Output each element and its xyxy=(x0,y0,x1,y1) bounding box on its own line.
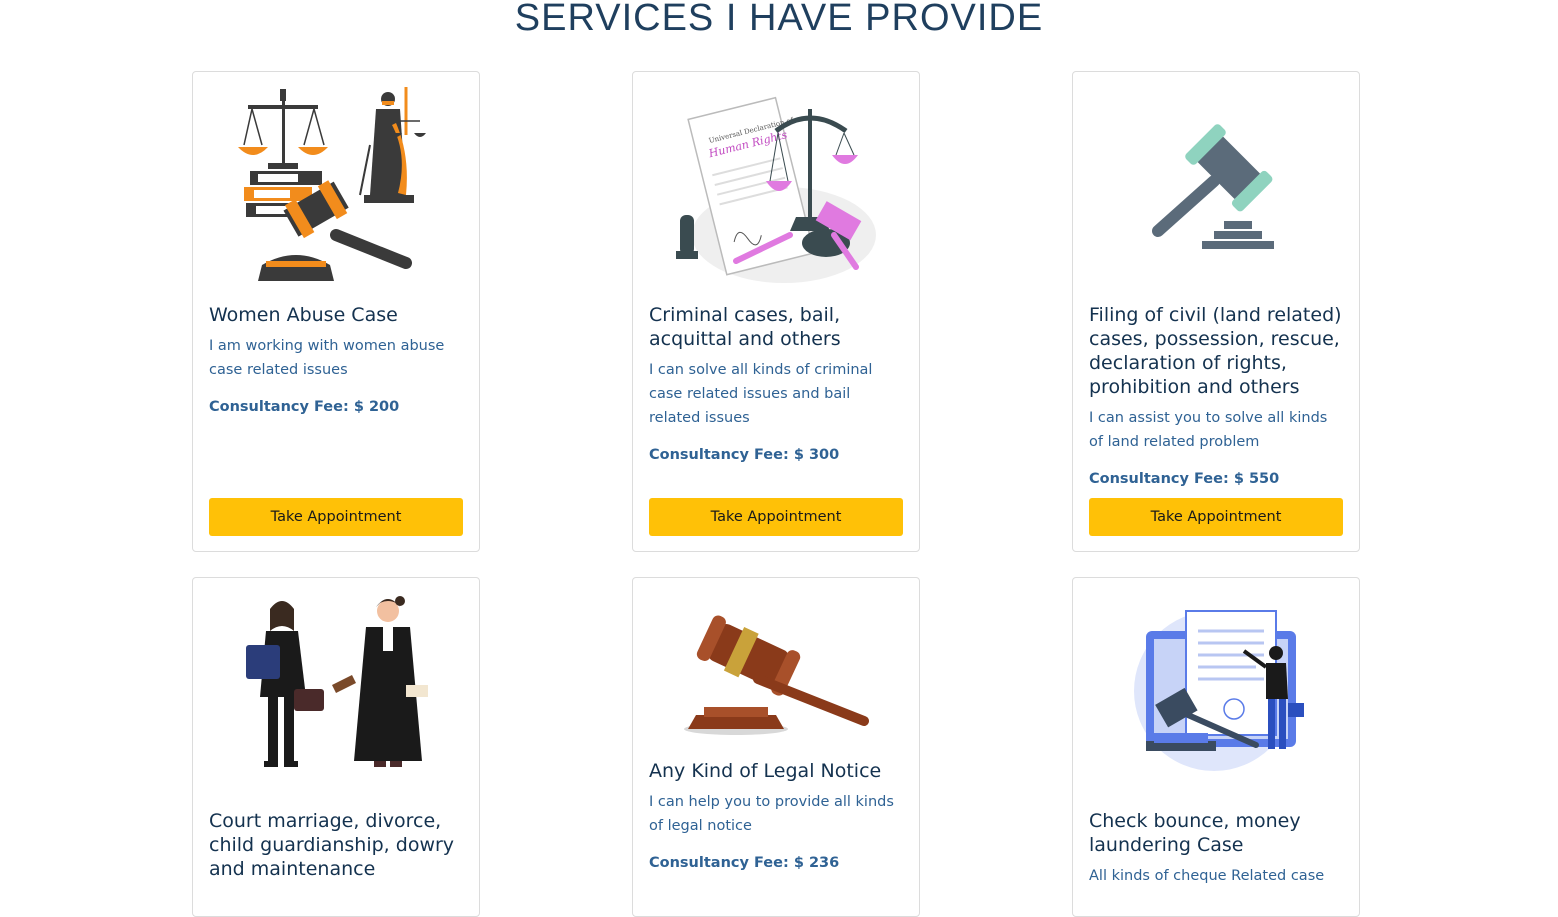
gavel-icon xyxy=(1089,80,1343,290)
page-title: SERVICES I HAVE PROVIDE xyxy=(514,0,1044,39)
service-card: Filing of civil (land related) cases, po… xyxy=(1072,71,1360,552)
service-title: Court marriage, divorce, child guardians… xyxy=(209,810,455,880)
service-title: Women Abuse Case xyxy=(209,304,398,326)
service-description: I am working with women abuse case relat… xyxy=(209,338,445,378)
service-description: I can solve all kinds of criminal case r… xyxy=(649,362,873,426)
take-appointment-button[interactable]: Take Appointment xyxy=(209,498,463,536)
document-gavel-icon xyxy=(1089,586,1343,796)
service-card: Universal Declaration of Human Rights Cr… xyxy=(632,71,920,552)
service-title: Check bounce, money laundering Case xyxy=(1089,810,1301,856)
service-title: Filing of civil (land related) cases, po… xyxy=(1089,304,1342,398)
service-title: Any Kind of Legal Notice xyxy=(649,760,882,782)
human-rights-scales-icon: Universal Declaration of Human Rights xyxy=(649,80,903,290)
service-card: Court marriage, divorce, child guardians… xyxy=(192,577,480,917)
service-card: Check bounce, money laundering Case All … xyxy=(1072,577,1360,917)
take-appointment-button[interactable]: Take Appointment xyxy=(649,498,903,536)
service-card: Women Abuse Case I am working with women… xyxy=(192,71,480,552)
service-description: I can assist you to solve all kinds of l… xyxy=(1089,410,1328,450)
consultancy-fee: Consultancy Fee: $ 550 xyxy=(1089,471,1280,487)
service-title: Criminal cases, bail, acquittal and othe… xyxy=(649,304,841,350)
scales-justice-icon xyxy=(209,80,463,290)
lawyers-icon xyxy=(209,586,463,796)
consultancy-fee: Consultancy Fee: $ 300 xyxy=(649,447,840,463)
service-description: I can help you to provide all kinds of l… xyxy=(649,794,894,834)
take-appointment-button[interactable]: Take Appointment xyxy=(1089,498,1343,536)
consultancy-fee: Consultancy Fee: $ 236 xyxy=(649,855,840,871)
consultancy-fee: Consultancy Fee: $ 200 xyxy=(209,399,400,415)
service-card: Any Kind of Legal Notice I can help you … xyxy=(632,577,920,917)
service-description: All kinds of cheque Related case xyxy=(1089,868,1325,884)
